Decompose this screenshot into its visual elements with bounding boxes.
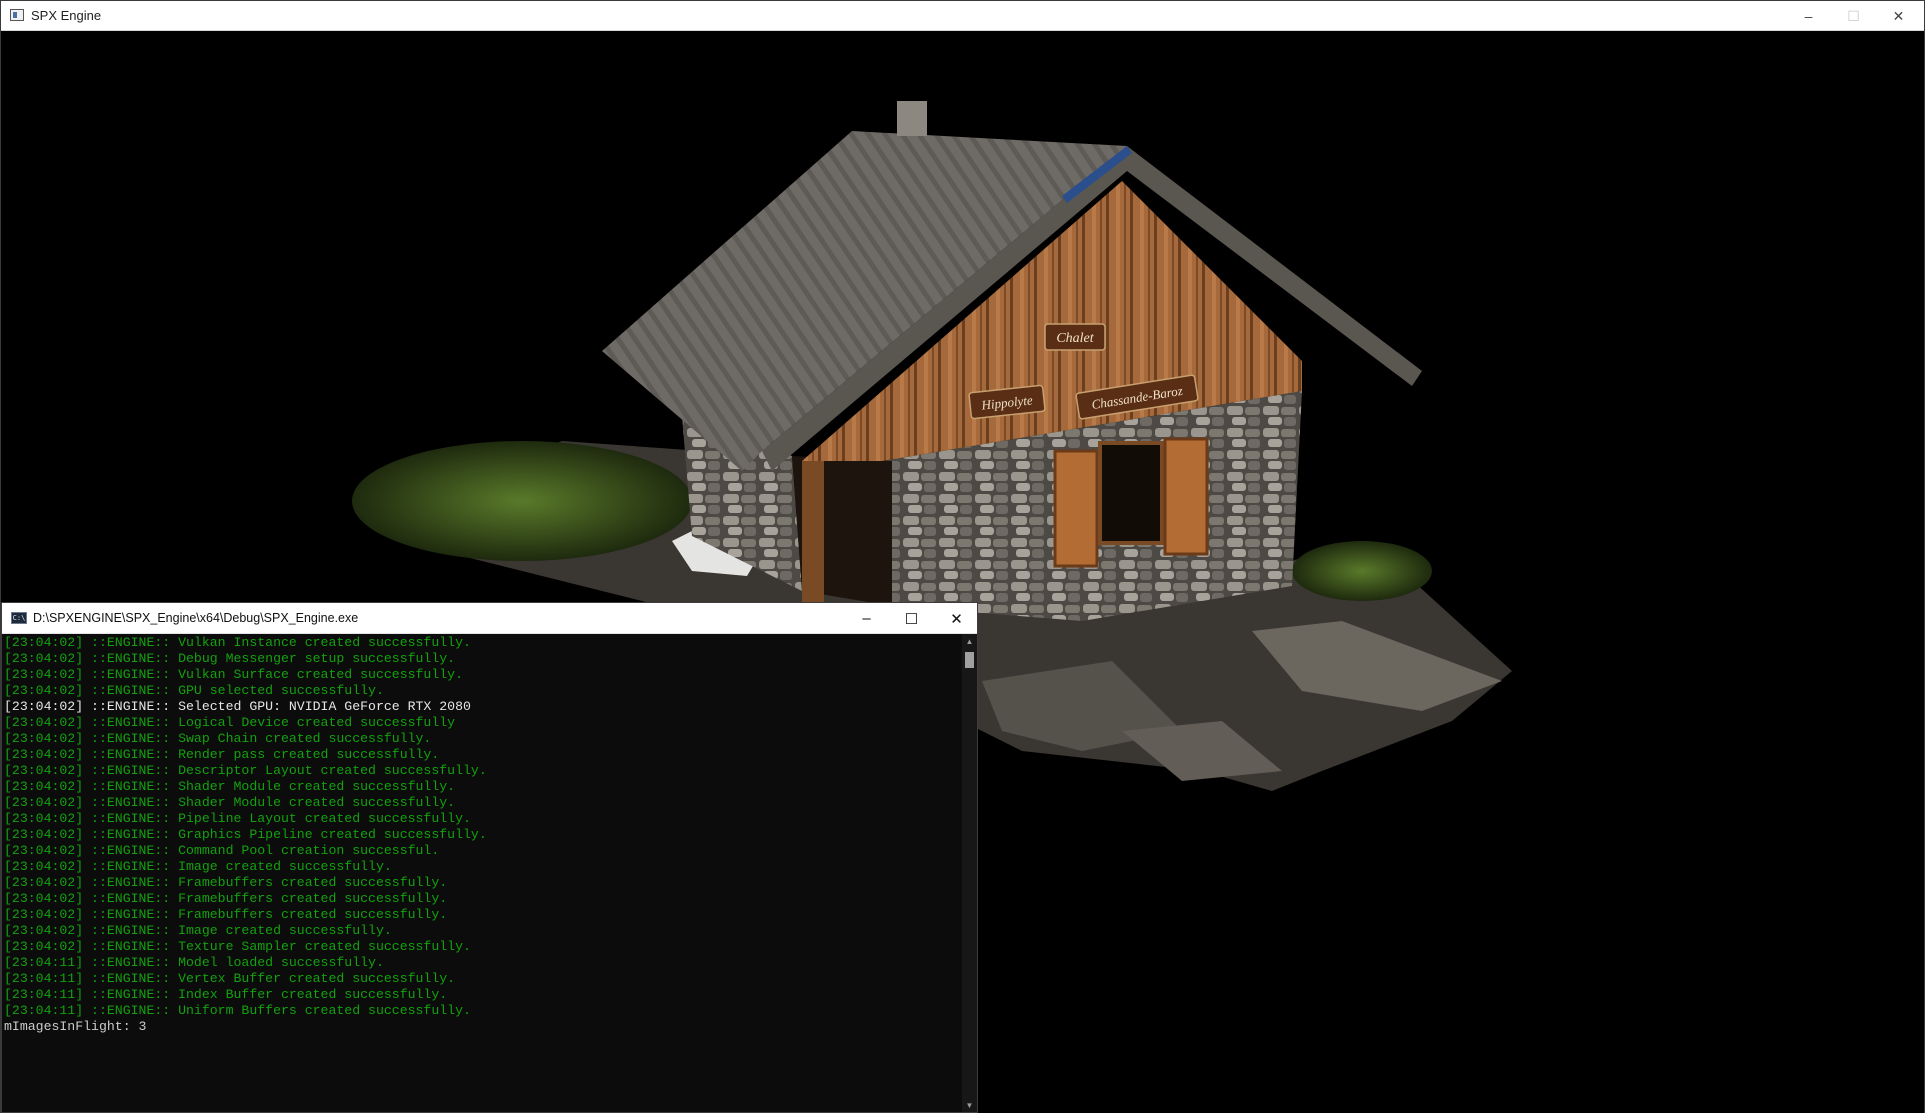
console-log-line: [23:04:02] ::ENGINE:: Selected GPU: NVID… — [4, 699, 471, 714]
console-log-line: [23:04:02] ::ENGINE:: Image created succ… — [4, 859, 392, 874]
console-log-line: [23:04:02] ::ENGINE:: Swap Chain created… — [4, 731, 432, 746]
console-window-title: D:\SPXENGINE\SPX_Engine\x64\Debug\SPX_En… — [33, 611, 359, 625]
console-log-line: [23:04:02] ::ENGINE:: Graphics Pipeline … — [4, 827, 487, 842]
console-log-line: [23:04:02] ::ENGINE:: Texture Sampler cr… — [4, 939, 471, 954]
console-log-line: [23:04:02] ::ENGINE:: Debug Messenger se… — [4, 651, 456, 666]
console-log-line: [23:04:02] ::ENGINE:: Logical Device cre… — [4, 715, 456, 730]
console-log-line: [23:04:02] ::ENGINE:: Framebuffers creat… — [4, 907, 448, 922]
console-log-line: [23:04:02] ::ENGINE:: Descriptor Layout … — [4, 763, 487, 778]
engine-window-title: SPX Engine — [31, 8, 102, 23]
chimney — [897, 101, 927, 136]
console-log-line: [23:04:02] ::ENGINE:: Image created succ… — [4, 923, 392, 938]
console-log-line: [23:04:02] ::ENGINE:: GPU selected succe… — [4, 683, 384, 698]
console-log-line: [23:04:02] ::ENGINE:: Pipeline Layout cr… — [4, 811, 471, 826]
console-prompt-line: mImagesInFlight: 3 — [4, 1019, 147, 1034]
maximize-button[interactable]: ☐ — [1831, 1, 1876, 31]
engine-titlebar[interactable]: SPX Engine – ☐ ✕ — [1, 1, 1924, 31]
console-log-line: [23:04:02] ::ENGINE:: Vulkan Instance cr… — [4, 635, 471, 650]
console-log-line: [23:04:02] ::ENGINE:: Vulkan Surface cre… — [4, 667, 463, 682]
grass-patch — [1292, 541, 1432, 601]
sign-chalet-text: Chalet — [1056, 331, 1094, 346]
console-scrollbar[interactable]: ▲ ▼ — [962, 634, 977, 1112]
console-log-line: [23:04:11] ::ENGINE:: Uniform Buffers cr… — [4, 1003, 471, 1018]
terminal-icon: C:\ — [11, 612, 27, 624]
console-log-line: [23:04:02] ::ENGINE:: Shader Module crea… — [4, 795, 456, 810]
porch-post — [802, 461, 824, 611]
console-log-line: [23:04:02] ::ENGINE:: Shader Module crea… — [4, 779, 456, 794]
console-log-line: [23:04:11] ::ENGINE:: Index Buffer creat… — [4, 987, 448, 1002]
scroll-up-arrow-icon[interactable]: ▲ — [962, 634, 977, 648]
console-minimize-button[interactable]: – — [844, 603, 889, 634]
console-close-button[interactable]: ✕ — [934, 603, 979, 634]
console-log-line: [23:04:02] ::ENGINE:: Render pass create… — [4, 747, 440, 762]
console-log: [23:04:02] ::ENGINE:: Vulkan Instance cr… — [2, 635, 964, 1019]
console-output[interactable]: [23:04:02] ::ENGINE:: Vulkan Instance cr… — [2, 634, 964, 1113]
console-log-line: [23:04:11] ::ENGINE:: Vertex Buffer crea… — [4, 971, 456, 986]
scroll-down-arrow-icon[interactable]: ▼ — [962, 1098, 977, 1112]
console-window[interactable]: C:\ D:\SPXENGINE\SPX_Engine\x64\Debug\SP… — [1, 602, 978, 1113]
scrollbar-thumb[interactable] — [965, 652, 974, 668]
console-log-line: [23:04:02] ::ENGINE:: Command Pool creat… — [4, 843, 440, 858]
left-shutter — [1053, 449, 1099, 568]
console-titlebar[interactable]: C:\ D:\SPXENGINE\SPX_Engine\x64\Debug\SP… — [2, 603, 977, 634]
console-maximize-button[interactable]: ☐ — [889, 603, 934, 634]
minimize-button[interactable]: – — [1786, 1, 1831, 31]
grass-patch — [352, 441, 692, 561]
right-shutter — [1163, 437, 1209, 556]
app-window-icon — [10, 9, 24, 21]
close-button[interactable]: ✕ — [1876, 1, 1921, 31]
console-log-line: [23:04:11] ::ENGINE:: Model loaded succe… — [4, 955, 384, 970]
console-log-line: [23:04:02] ::ENGINE:: Framebuffers creat… — [4, 875, 448, 890]
window — [1098, 441, 1164, 545]
sign-chalet: Chalet — [1044, 323, 1106, 351]
console-log-line: [23:04:02] ::ENGINE:: Framebuffers creat… — [4, 891, 448, 906]
